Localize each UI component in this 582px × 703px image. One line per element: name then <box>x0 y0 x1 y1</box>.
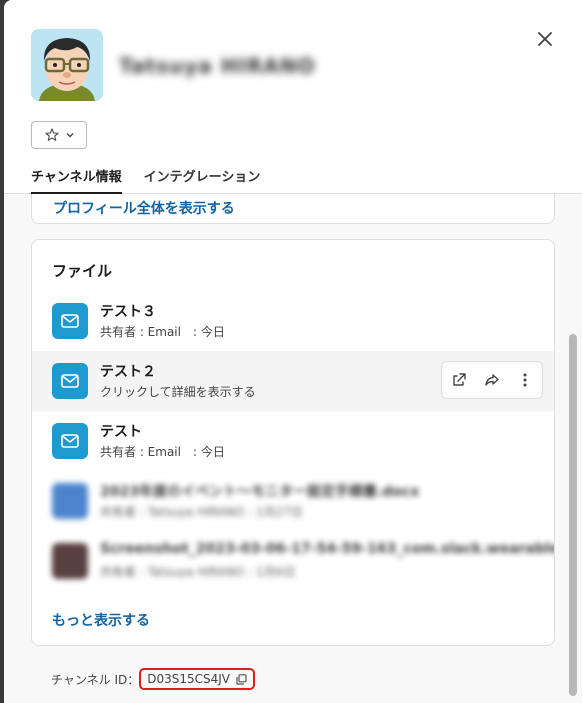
copy-channel-id-button[interactable]: D03S15CS4JV <box>139 668 256 690</box>
modal-body: プロフィール全体を表示する ファイル テスト３ 共有者 : Email : 今日… <box>4 194 582 703</box>
open-in-new-window-button[interactable] <box>445 366 473 394</box>
file-row[interactable]: Screenshot_2023-03-06-17-54-59-163_com.s… <box>32 531 554 591</box>
file-row[interactable]: テスト２ クリックして詳細を表示する <box>32 351 554 411</box>
share-icon <box>485 374 499 386</box>
file-name: テスト２ <box>100 364 156 380</box>
email-icon <box>52 363 88 399</box>
star-icon <box>44 128 59 141</box>
file-meta: 共有者 : Email : 今日 <box>100 445 225 459</box>
file-row[interactable]: テスト 共有者 : Email : 今日 <box>32 411 554 471</box>
email-icon <box>52 303 88 339</box>
file-name: Screenshot_2023-03-06-17-54-59-163_com.s… <box>100 541 555 557</box>
tab-channel-info[interactable]: チャンネル情報 <box>31 166 122 194</box>
file-meta: クリックして詳細を表示する <box>100 385 256 399</box>
share-file-button[interactable] <box>478 366 506 394</box>
close-button[interactable] <box>532 26 558 52</box>
file-row[interactable]: 2023年度のイベント～モニター設定手順書.docx 共有者 : Tatsuya… <box>32 471 554 531</box>
close-icon <box>538 32 552 46</box>
files-section: ファイル テスト３ 共有者 : Email : 今日 テスト２ クリックして詳細… <box>31 239 555 646</box>
channel-id-row: チャンネル ID： D03S15CS4JV <box>51 668 256 690</box>
channel-id-label: チャンネル ID： <box>51 672 140 687</box>
file-meta: 共有者 : Tatsuya HIRANO : 1月6日 <box>100 565 296 579</box>
profile-card: プロフィール全体を表示する <box>31 194 555 224</box>
document-icon <box>52 483 88 519</box>
more-actions-button[interactable] <box>511 366 539 394</box>
star-dropdown-button[interactable] <box>31 121 87 149</box>
external-link-icon <box>452 373 466 386</box>
file-meta: 共有者 : Tatsuya HIRANO : 1月27日 <box>100 505 303 519</box>
modal-header: Tatsuya HIRANO チャンネル情報 インテグレーション <box>4 0 582 194</box>
channel-details-modal: Tatsuya HIRANO チャンネル情報 インテグレーション プロフィール全… <box>4 0 582 703</box>
avatar <box>31 29 103 101</box>
image-thumbnail <box>52 543 88 579</box>
scrollbar[interactable] <box>569 334 577 696</box>
file-name: テスト <box>100 424 142 440</box>
tab-bar: チャンネル情報 インテグレーション <box>31 166 260 194</box>
show-more-files-link[interactable]: もっと表示する <box>52 610 150 630</box>
files-section-title: ファイル <box>52 262 113 280</box>
file-meta: 共有者 : Email : 今日 <box>100 325 225 339</box>
file-actions-toolbar <box>441 361 543 399</box>
file-row[interactable]: テスト３ 共有者 : Email : 今日 <box>32 291 554 351</box>
copy-icon <box>236 673 247 685</box>
chevron-down-icon <box>66 133 73 138</box>
profile-name: Tatsuya HIRANO <box>119 54 316 78</box>
email-icon <box>52 423 88 459</box>
view-full-profile-link[interactable]: プロフィール全体を表示する <box>53 198 235 218</box>
more-vertical-icon <box>523 373 527 387</box>
channel-id-value: D03S15CS4JV <box>147 672 231 686</box>
file-name: テスト３ <box>100 304 156 320</box>
tab-integrations[interactable]: インテグレーション <box>144 166 261 194</box>
file-name: 2023年度のイベント～モニター設定手順書.docx <box>100 484 420 500</box>
